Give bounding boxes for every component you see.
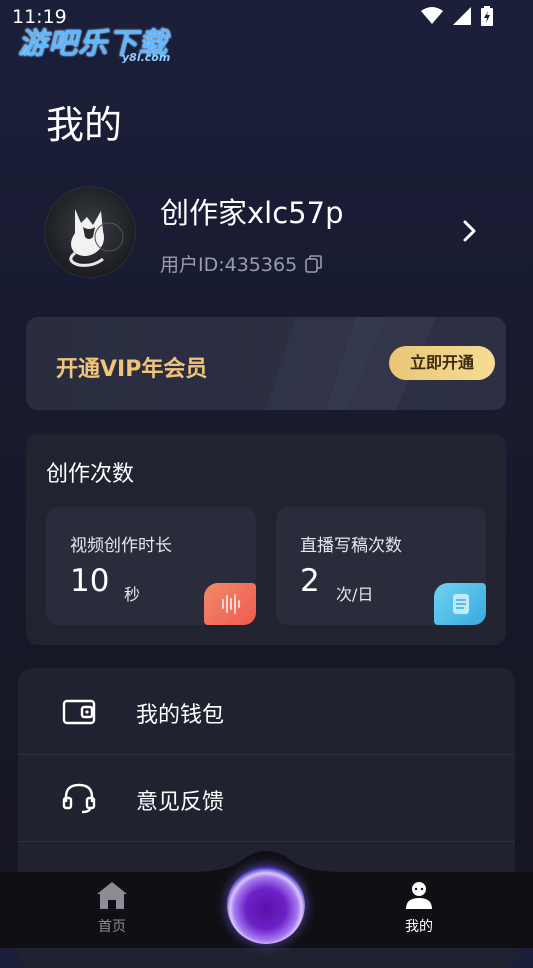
wallet-icon bbox=[62, 699, 96, 725]
chevron-right-icon[interactable] bbox=[460, 218, 480, 244]
battery-icon bbox=[481, 6, 493, 26]
page-title: 我的 bbox=[46, 103, 123, 147]
menu-item-label: 我的钱包 bbox=[136, 703, 225, 728]
stat-card-video-duration[interactable]: 视频创作时长 10 秒 bbox=[46, 507, 256, 625]
vip-open-button[interactable]: 立即开通 bbox=[389, 346, 495, 380]
menu-item-feedback[interactable]: 意见反馈 bbox=[18, 755, 515, 841]
tab-home[interactable]: 首页 bbox=[82, 880, 142, 936]
fox-avatar-icon bbox=[69, 209, 124, 267]
menu-item-wallet[interactable]: 我的钱包 bbox=[18, 668, 515, 754]
tab-label: 首页 bbox=[98, 919, 126, 935]
audio-wave-icon bbox=[204, 583, 256, 625]
menu-divider bbox=[18, 841, 515, 842]
vip-text: 开通VIP年会员 bbox=[56, 357, 208, 382]
stat-value: 2 bbox=[300, 563, 320, 599]
tab-mine[interactable]: 我的 bbox=[389, 880, 449, 936]
stat-unit: 秒 bbox=[124, 585, 141, 604]
copy-icon[interactable] bbox=[305, 254, 323, 273]
tab-label: 我的 bbox=[405, 919, 433, 935]
profile-name: 创作家xlc57p bbox=[160, 196, 344, 230]
watermark-logo: 游吧乐下载 y8l.com bbox=[18, 20, 171, 64]
stat-label: 直播写稿次数 bbox=[300, 536, 402, 556]
stat-label: 视频创作时长 bbox=[70, 536, 172, 556]
create-orb-button[interactable] bbox=[227, 866, 305, 944]
headset-icon bbox=[62, 783, 96, 814]
wifi-icon bbox=[421, 7, 443, 24]
home-icon bbox=[97, 882, 127, 909]
profile-user-id: 用户ID:435365 bbox=[160, 250, 323, 277]
stat-unit: 次/日 bbox=[336, 585, 374, 604]
status-icons bbox=[421, 6, 493, 26]
watermark-subtext: y8l.com bbox=[122, 51, 171, 64]
user-id-text: 用户ID:435365 bbox=[160, 254, 298, 276]
stat-value: 10 bbox=[70, 563, 110, 599]
stat-card-live-script[interactable]: 直播写稿次数 2 次/日 bbox=[276, 507, 486, 625]
signal-icon bbox=[453, 7, 471, 25]
user-icon bbox=[406, 882, 432, 909]
document-icon bbox=[434, 583, 486, 625]
menu-item-label: 意见反馈 bbox=[136, 790, 225, 815]
credits-title: 创作次数 bbox=[46, 462, 135, 487]
avatar[interactable] bbox=[44, 186, 136, 278]
